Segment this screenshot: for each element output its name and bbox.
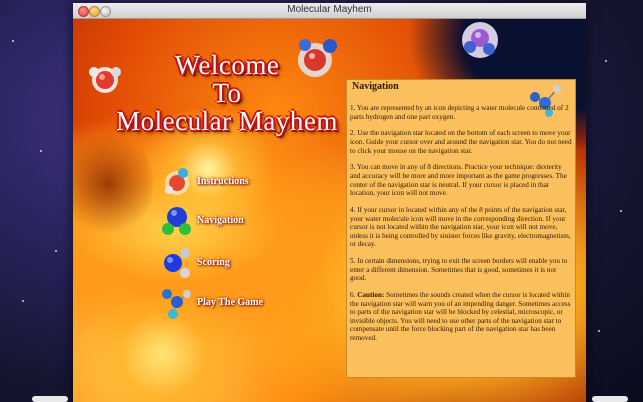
- navigation-instructions-text: 1. You are represented by an icon depict…: [350, 104, 572, 351]
- purple-molecule-decoration: [462, 22, 498, 58]
- desktop-star: [598, 330, 600, 332]
- welcome-title: Welcome To Molecular Mayhem: [93, 51, 361, 135]
- chain-molecule-icon: [162, 289, 191, 319]
- game-screen: Welcome To Molecular Mayhem Instructions…: [73, 19, 586, 402]
- menu-label-scoring: Scoring: [197, 256, 230, 268]
- menu-item-navigation[interactable]: Navigation: [159, 205, 244, 235]
- desktop-star: [620, 210, 622, 212]
- blue-green-molecule-icon: [162, 207, 191, 235]
- nav-paragraph-3: 3. You can move in any of 8 directions. …: [350, 163, 567, 198]
- dock-edge-right: [592, 396, 628, 402]
- nav-paragraph-6-text: Sometimes the sounds created when the cu…: [350, 291, 571, 342]
- water-molecule-icon: [165, 168, 189, 195]
- menu-label-navigation: Navigation: [197, 214, 244, 226]
- desktop-star: [40, 150, 42, 152]
- menu-item-play-the-game[interactable]: Play The Game: [159, 287, 263, 319]
- title-bar: Molecular Mayhem: [73, 3, 586, 19]
- dock-edge-left: [32, 396, 68, 402]
- desktop-star: [55, 250, 57, 252]
- blue-silver-molecule-icon: [164, 248, 190, 278]
- desktop-star: [12, 40, 14, 42]
- nav-paragraph-5: 5. In certain dimensions, trying to exit…: [350, 257, 568, 283]
- nav-paragraph-1: 1. You are represented by an icon depict…: [350, 104, 569, 121]
- menu-item-instructions[interactable]: Instructions: [159, 166, 249, 196]
- app-window: Molecular Mayhem Welcome To Molecular Ma…: [73, 3, 586, 402]
- nav-paragraph-6: 6. Caution: Sometimes the sounds created…: [350, 291, 572, 343]
- navigation-panel-title: Navigation: [352, 81, 399, 92]
- desktop-star: [605, 60, 607, 62]
- nav-paragraph-2: 2. Use the navigation star located on th…: [350, 129, 572, 155]
- window-title: Molecular Mayhem: [287, 4, 372, 15]
- menu-label-instructions: Instructions: [197, 175, 249, 187]
- welcome-line-3: Molecular Mayhem: [116, 106, 338, 136]
- nav-paragraph-4: 4. If your cursor in located within any …: [350, 205, 571, 249]
- navigation-panel: Navigation 1. You are represented by an …: [346, 79, 576, 378]
- menu-item-scoring[interactable]: Scoring: [159, 247, 230, 278]
- desktop-star: [22, 300, 24, 302]
- welcome-line-1: Welcome: [174, 50, 280, 80]
- menu-label-play-the-game: Play The Game: [197, 296, 263, 308]
- caution-label: Caution:: [357, 291, 385, 300]
- welcome-line-2: To: [212, 78, 242, 108]
